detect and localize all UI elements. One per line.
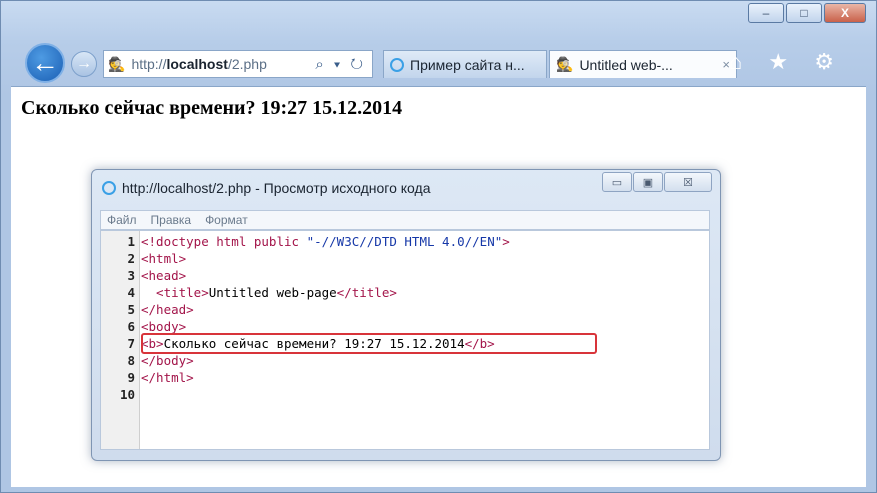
menu-file[interactable]: Файл — [107, 213, 137, 227]
dialog-controls: ▭ ▣ ☒ — [601, 172, 712, 192]
close-button[interactable]: X — [824, 3, 866, 23]
ie-icon — [390, 57, 404, 72]
forward-button[interactable]: → — [71, 51, 97, 77]
title-bar: – □ X — [1, 1, 876, 31]
dialog-close-button[interactable]: ☒ — [664, 172, 712, 192]
ie-icon — [102, 181, 116, 195]
code-line: 8 </body> — [127, 353, 194, 368]
browser-window: – □ X ← → 🕵 http://localhost/2.php ⌕ ▾ ↻… — [0, 0, 877, 493]
navigation-bar: ← → 🕵 http://localhost/2.php ⌕ ▾ ↻ Приме… — [11, 35, 866, 87]
code-line: 2 <html> — [127, 251, 187, 266]
window-controls: – □ X — [746, 3, 866, 23]
tab-untitled[interactable]: 🕵 Untitled web-... × — [549, 50, 737, 78]
home-favorites-settings-icons[interactable]: ⌂ ★ ⚙ — [729, 49, 844, 75]
tab-example-site[interactable]: Пример сайта н... — [383, 50, 547, 78]
minimize-button[interactable]: – — [748, 3, 784, 23]
code-line: 1 <!doctype html public "-//W3C//DTD HTML… — [127, 234, 510, 249]
tab-label: Untitled web-... — [579, 56, 673, 73]
menu-format[interactable]: Формат — [205, 213, 248, 227]
code-line: 4 <title>Untitled web-page</title> — [127, 285, 397, 300]
page-content: Сколько сейчас времени? 19:27 15.12.2014… — [11, 86, 866, 487]
back-button[interactable]: ← — [25, 43, 65, 83]
view-source-dialog: http://localhost/2.php - Просмотр исходн… — [91, 169, 721, 461]
address-prefix: http:// — [131, 56, 167, 72]
page-heading: Сколько сейчас времени? 19:27 15.12.2014 — [21, 97, 403, 119]
address-bar[interactable]: 🕵 http://localhost/2.php ⌕ ▾ ↻ — [103, 50, 373, 78]
dialog-menu-bar: Файл Правка Формат — [100, 210, 710, 230]
code-line: 5 </head> — [127, 302, 194, 317]
dialog-title-text: http://localhost/2.php - Просмотр исходн… — [122, 180, 431, 196]
code-line: 10 — [119, 387, 135, 402]
maximize-button[interactable]: □ — [786, 3, 822, 23]
menu-edit[interactable]: Правка — [151, 213, 192, 227]
address-path: /2.php — [227, 56, 267, 72]
search-refresh-icon[interactable]: ⌕ ▾ ↻ — [315, 56, 366, 73]
code-line: 3 <head> — [127, 268, 187, 283]
tab-label: Пример сайта н... — [410, 56, 525, 73]
code-line: 9 </html> — [127, 370, 194, 385]
dialog-maximize-button[interactable]: ▣ — [633, 172, 663, 192]
site-icon: 🕵 — [108, 55, 126, 72]
highlight-box — [141, 333, 597, 354]
address-host: localhost — [166, 56, 228, 72]
dialog-title: http://localhost/2.php - Просмотр исходн… — [102, 180, 431, 196]
dialog-minimize-button[interactable]: ▭ — [602, 172, 632, 192]
site-icon: 🕵 — [556, 56, 574, 72]
source-code-view[interactable]: 1 <!doctype html public "-//W3C//DTD HTML… — [100, 230, 710, 450]
